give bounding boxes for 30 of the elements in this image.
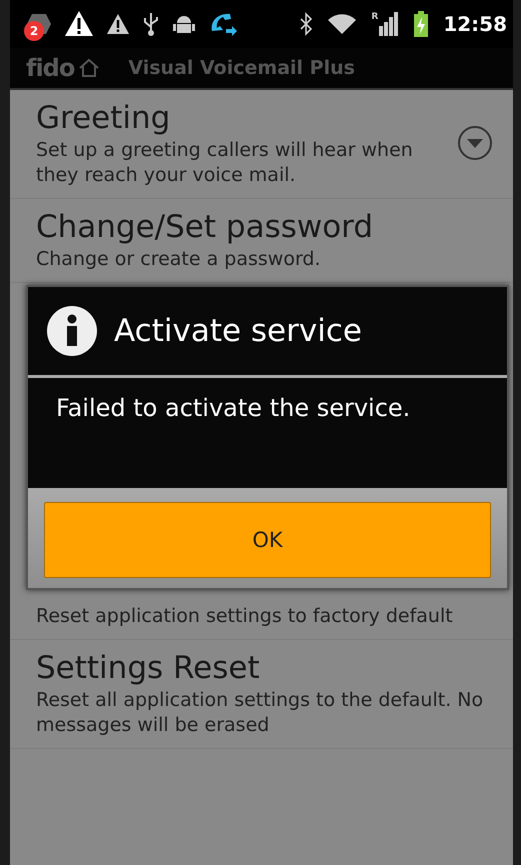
android-icon bbox=[172, 13, 196, 35]
setting-description: Change or create a password. bbox=[36, 247, 322, 272]
dialog-title: Activate service bbox=[114, 313, 362, 349]
house-icon bbox=[78, 58, 100, 78]
setting-title: Settings Reset bbox=[36, 649, 261, 688]
notification-count-badge: 2 bbox=[24, 21, 44, 41]
brand-logo: fido bbox=[26, 54, 74, 82]
ok-button[interactable]: OK bbox=[44, 502, 491, 578]
app-title: Visual Voicemail Plus bbox=[128, 57, 355, 79]
setting-description: Reset application settings to factory default bbox=[36, 604, 454, 629]
info-icon bbox=[46, 305, 98, 357]
roaming-indicator: R bbox=[371, 12, 378, 22]
settings-item[interactable]: Reset application settings to factory default bbox=[10, 596, 513, 640]
battery-charging-icon bbox=[413, 11, 430, 37]
wifi-icon bbox=[327, 12, 358, 36]
setting-description: Set up a greeting callers will hear when they reach your voice mail. bbox=[36, 138, 414, 188]
expand-icon[interactable] bbox=[457, 125, 493, 161]
settings-item[interactable]: Greeting Set up a greeting callers will hear when they reach your voice mail. bbox=[10, 90, 513, 199]
bluetooth-icon bbox=[299, 12, 314, 36]
warning-icon bbox=[64, 10, 94, 38]
signal-icon bbox=[379, 12, 400, 36]
settings-item[interactable]: Change/Set password Change or create a password. bbox=[10, 199, 513, 283]
setting-description: Reset all application settings to the default. No messages will be erased bbox=[36, 688, 484, 738]
dialog-message: Failed to activate the service. bbox=[28, 378, 507, 488]
settings-item[interactable]: Settings Reset Reset all application settings to the default. No messages will be erased bbox=[10, 640, 513, 749]
usb-icon bbox=[142, 11, 160, 37]
clock: 12:58 bbox=[443, 12, 507, 36]
setting-title: Greeting bbox=[36, 99, 172, 138]
warning-icon bbox=[106, 13, 130, 35]
setting-title: Change/Set password bbox=[36, 208, 374, 247]
